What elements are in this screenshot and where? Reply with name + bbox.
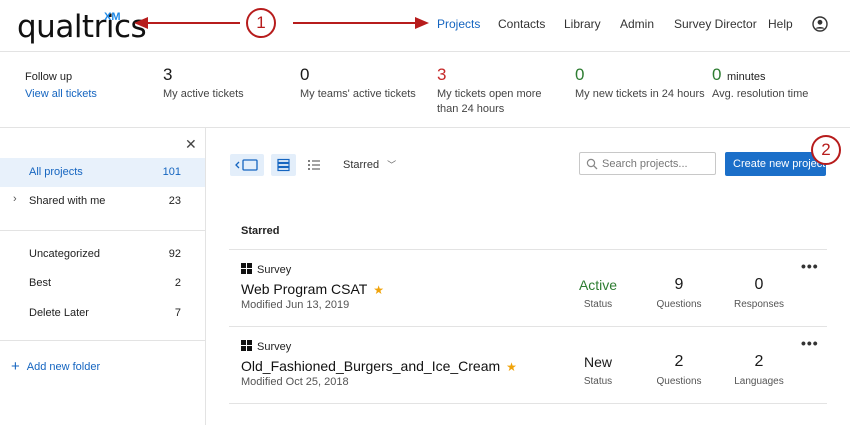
project-languages-value: 2 — [754, 353, 764, 370]
project-status-value: Active — [578, 277, 618, 293]
top-nav-bar: qualtrics XM Projects Contacts Library A… — [0, 0, 850, 52]
sidebar-divider — [0, 230, 205, 231]
sidebar-item-label: Best — [29, 277, 52, 289]
nav-contacts[interactable]: Contacts — [498, 17, 545, 31]
sidebar-item-count: 7 — [174, 307, 181, 319]
annotation-arrow-right — [293, 22, 417, 24]
sort-dropdown[interactable]: Starred ﹀ — [343, 158, 396, 171]
row-divider — [229, 326, 827, 327]
stat-overdue-tickets-label: My tickets open more than 24 hours — [437, 88, 542, 115]
project-questions-value: 2 — [674, 353, 684, 370]
add-new-folder-button[interactable]: + Add new folder — [11, 358, 100, 375]
add-folder-label: Add new folder — [26, 361, 101, 373]
search-input[interactable] — [602, 156, 712, 172]
sidebar-item-best[interactable]: Best 2 — [0, 269, 205, 298]
arrowhead-left-icon — [134, 17, 148, 29]
card-view-icon — [277, 158, 290, 172]
project-type: Survey — [241, 263, 291, 276]
view-all-tickets-link[interactable]: View all tickets — [25, 88, 97, 100]
project-responses-value: 0 — [754, 276, 764, 293]
more-options-icon[interactable]: ••• — [801, 335, 819, 351]
sidebar-divider — [0, 340, 205, 341]
sort-dropdown-value: Starred — [343, 159, 380, 171]
survey-icon — [241, 263, 252, 274]
sidebar-item-shared-with-me[interactable]: › Shared with me 23 — [0, 187, 205, 216]
project-type: Survey — [241, 340, 291, 353]
stat-resolution-label: Avg. resolution time — [712, 88, 809, 100]
stat-new-tickets-value: 0 — [575, 65, 585, 84]
chevron-down-icon: ﹀ — [387, 160, 397, 170]
create-new-project-button[interactable]: Create new project — [725, 152, 826, 176]
project-questions-label: Questions — [656, 299, 702, 310]
project-responses-label: Responses — [733, 299, 785, 310]
more-options-icon[interactable]: ••• — [801, 258, 819, 274]
sidebar-item-delete-later[interactable]: Delete Later 7 — [0, 299, 205, 328]
project-name[interactable]: Web Program CSAT ★ — [241, 281, 384, 297]
stat-active-tickets-label: My active tickets — [163, 88, 244, 100]
folder-sidebar: ✕ All projects 101 › Shared with me 23 U… — [0, 128, 206, 425]
sidebar-item-label: All projects — [29, 166, 83, 178]
stat-team-tickets-value: 0 — [300, 65, 310, 84]
stat-active-tickets-value: 3 — [163, 65, 173, 84]
sidebar-item-all-projects[interactable]: All projects 101 — [0, 158, 205, 187]
sidebar-item-count: 101 — [162, 166, 181, 178]
arrowhead-right-icon — [415, 17, 429, 29]
search-projects-box[interactable] — [579, 152, 716, 175]
close-icon[interactable]: ✕ — [185, 136, 197, 153]
project-questions-value: 9 — [674, 276, 684, 293]
sidebar-item-count: 23 — [168, 195, 181, 207]
project-status-value: New — [583, 354, 612, 370]
starred-section-title: Starred — [241, 225, 280, 237]
chevron-right-icon[interactable]: › — [13, 193, 17, 205]
sidebar-item-count: 92 — [168, 248, 181, 260]
stat-overdue-tickets-value: 3 — [437, 65, 447, 84]
nav-help[interactable]: Help — [768, 17, 793, 31]
project-name-text: Old_Fashioned_Burgers_and_Ice_Cream — [241, 358, 501, 374]
nav-projects[interactable]: Projects — [437, 17, 480, 31]
star-icon[interactable]: ★ — [373, 283, 384, 297]
sidebar-item-uncategorized[interactable]: Uncategorized 92 — [0, 240, 205, 269]
sidebar-item-count: 2 — [174, 277, 181, 289]
stat-resolution-value: 0 — [712, 65, 722, 84]
stat-resolution-unit: minutes — [727, 71, 766, 83]
project-name[interactable]: Old_Fashioned_Burgers_and_Ice_Cream ★ — [241, 358, 517, 374]
annotation-arrow-left — [146, 22, 240, 24]
stat-new-tickets-label: My new tickets in 24 hours — [575, 88, 705, 100]
callout-1: 1 — [246, 8, 276, 38]
list-view-button[interactable] — [303, 154, 325, 176]
nav-admin[interactable]: Admin — [620, 17, 654, 31]
sidebar-item-label: Delete Later — [29, 307, 89, 319]
qualtrics-logo[interactable]: qualtrics — [17, 9, 147, 45]
survey-icon — [241, 340, 252, 351]
project-status-label: Status — [583, 376, 613, 387]
search-icon — [586, 158, 598, 170]
project-modified-date: Modified Oct 25, 2018 — [241, 376, 349, 388]
plus-icon: + — [11, 358, 20, 375]
project-status-label: Status — [583, 299, 613, 310]
nav-survey-director[interactable]: Survey Director — [674, 17, 757, 31]
nav-library[interactable]: Library — [564, 17, 601, 31]
project-languages-label: Languages — [734, 376, 784, 387]
project-modified-date: Modified Jun 13, 2019 — [241, 299, 350, 311]
user-circle-icon[interactable] — [812, 16, 828, 32]
stat-team-tickets-label: My teams' active tickets — [300, 88, 416, 100]
panel-collapse-icon — [235, 159, 258, 171]
logo-xm-mark: XM — [104, 11, 121, 23]
list-view-icon — [308, 160, 320, 170]
project-type-label: Survey — [257, 264, 292, 276]
project-questions-label: Questions — [656, 376, 702, 387]
follow-up-title: Follow up — [25, 71, 73, 83]
sidebar-item-label: Shared with me — [29, 195, 106, 207]
star-icon[interactable]: ★ — [506, 360, 517, 374]
project-type-label: Survey — [257, 341, 292, 353]
collapse-sidebar-button[interactable] — [230, 154, 264, 176]
callout-2: 2 — [811, 135, 841, 165]
card-view-button[interactable] — [271, 154, 296, 176]
ticket-stats-bar: Follow up View all tickets 3 My active t… — [0, 52, 850, 128]
row-divider — [229, 403, 827, 404]
row-divider — [229, 249, 827, 250]
sidebar-item-label: Uncategorized — [29, 248, 100, 260]
project-name-text: Web Program CSAT — [241, 281, 368, 297]
